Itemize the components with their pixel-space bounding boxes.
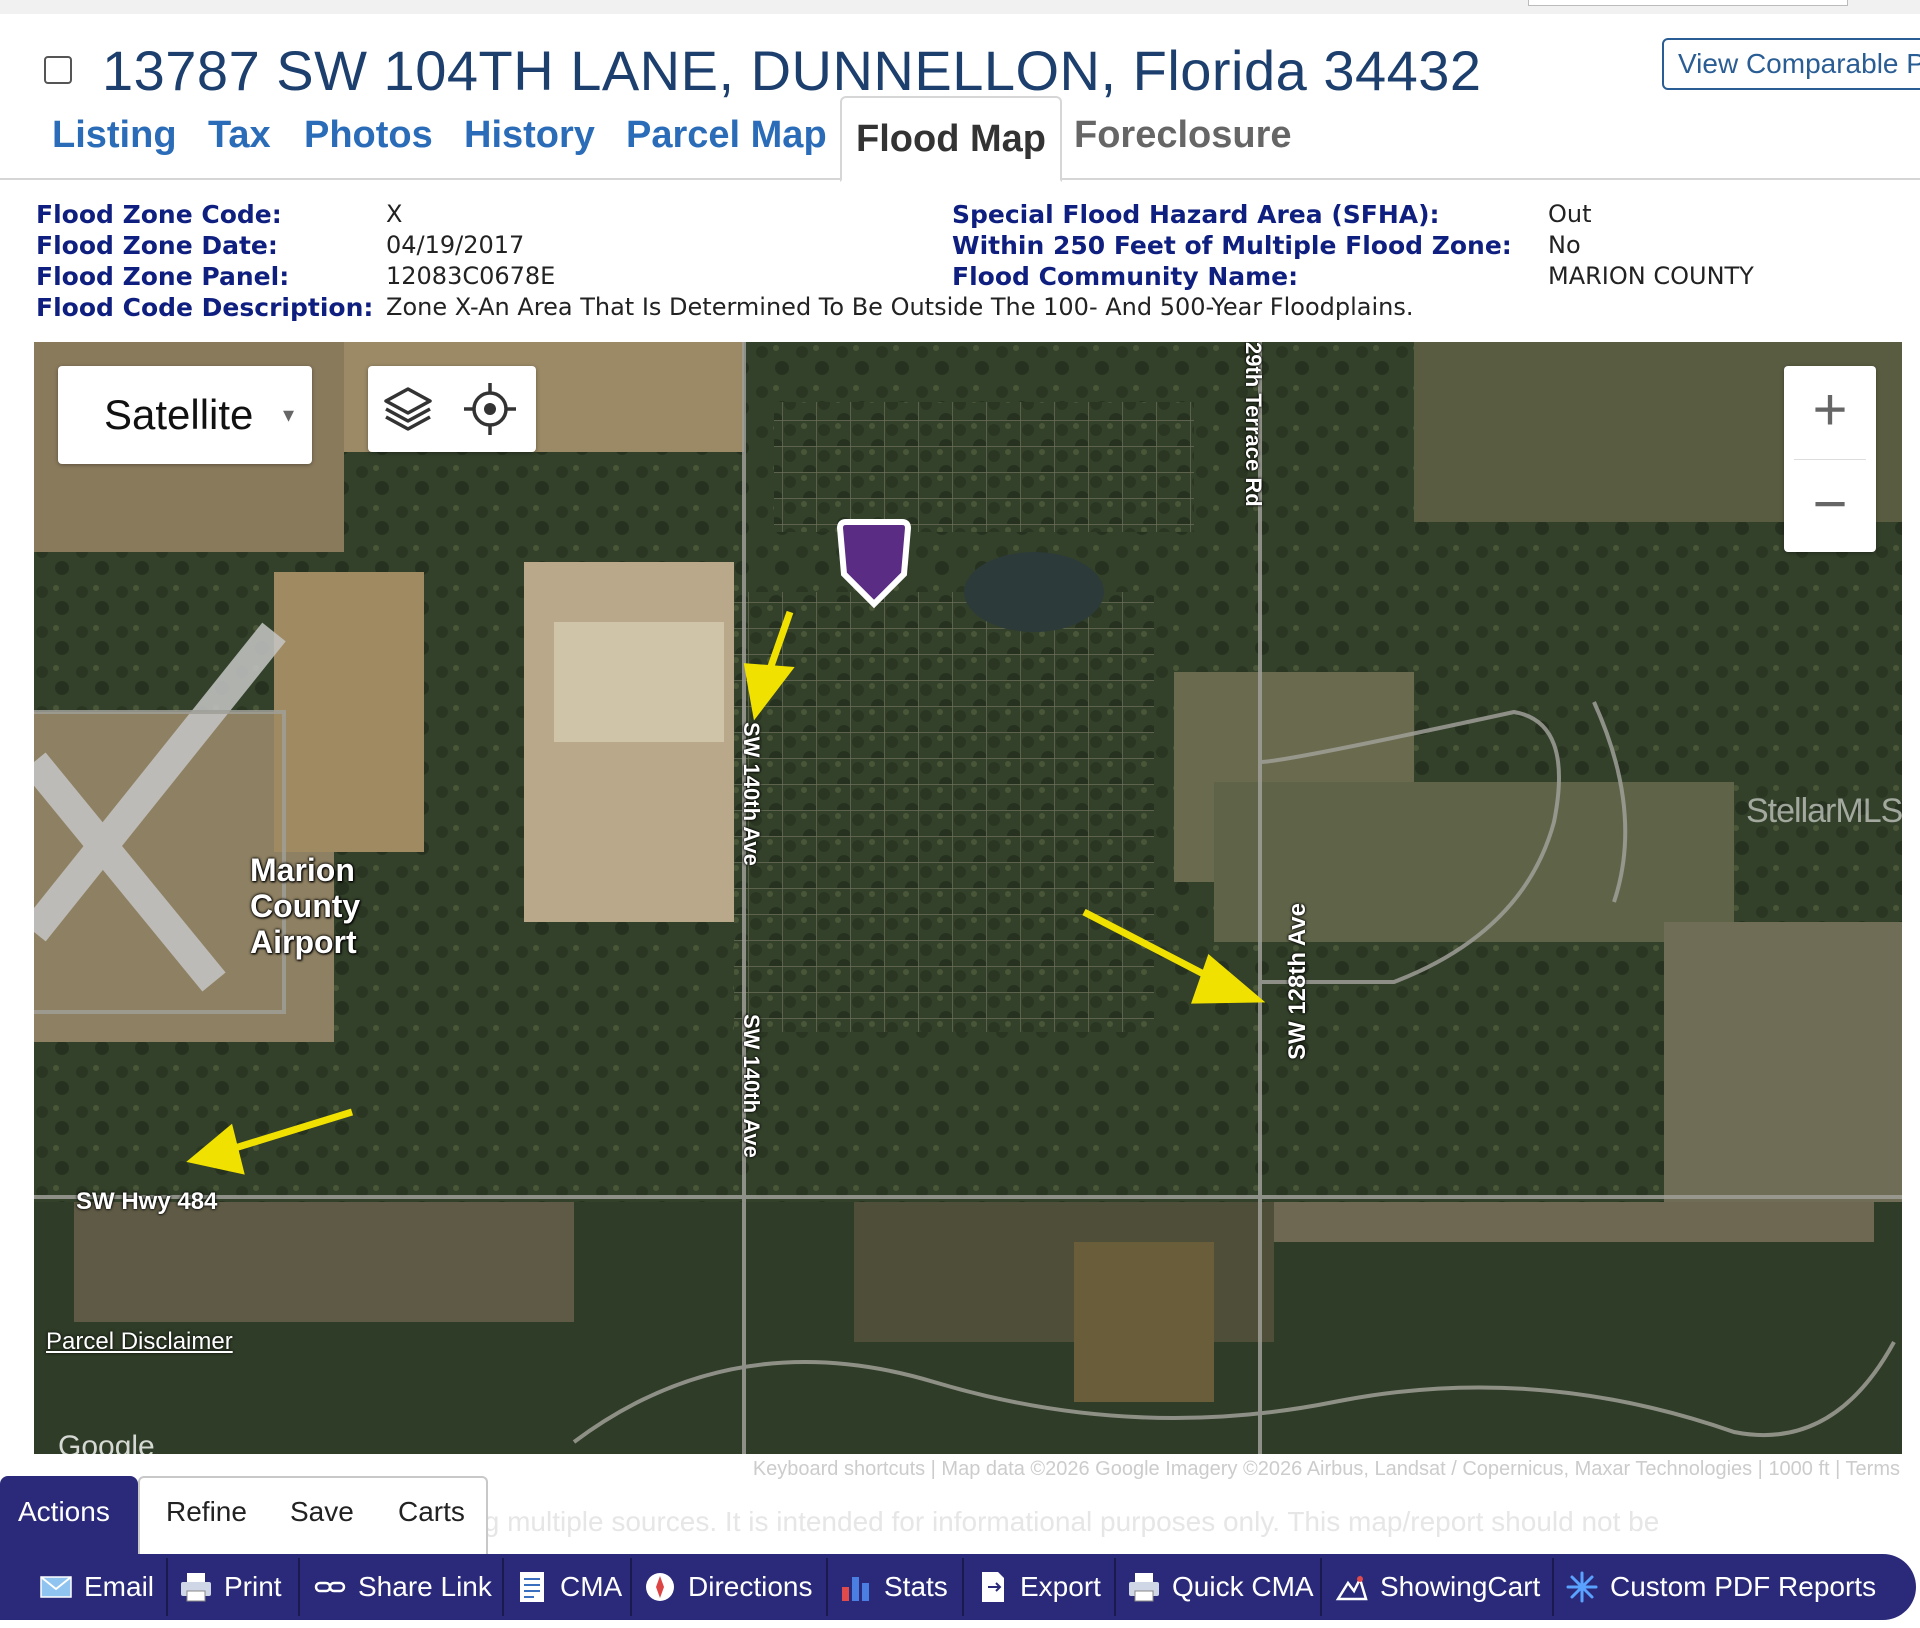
flood-code-description-label: Flood Code Description: [36, 293, 374, 322]
zoom-out-button[interactable]: − [1784, 460, 1876, 552]
tab-save[interactable]: Save [272, 1476, 372, 1556]
flood-info-panel: Flood Zone Code: X Flood Zone Date: 04/1… [36, 200, 1896, 330]
toolbar-divider [1320, 1558, 1322, 1616]
community-name-label: Flood Community Name: [952, 262, 1299, 291]
tab-photos[interactable]: Photos [304, 114, 433, 157]
toolbar-divider [166, 1558, 168, 1616]
stats-label: Stats [884, 1571, 948, 1602]
sw-140th-ave-label-bottom: SW 140th Ave [739, 1014, 764, 1158]
flood-zone-code-label: Flood Zone Code: [36, 200, 282, 229]
cma-button[interactable]: CMA [514, 1554, 622, 1620]
print-button[interactable]: Print [178, 1554, 282, 1620]
custom-pdf-reports-button[interactable]: Custom PDF Reports [1564, 1554, 1876, 1620]
toolbar-divider [962, 1558, 964, 1616]
crosshair-icon[interactable] [460, 379, 520, 439]
map-tools [368, 366, 536, 452]
parcel-disclaimer-link[interactable]: Parcel Disclaimer [46, 1328, 233, 1356]
toolbar-divider [826, 1558, 828, 1616]
google-logo: Google [58, 1430, 155, 1454]
flood-code-description-value: Zone X-An Area That Is Determined To Be … [386, 293, 1414, 321]
quick-cma-button[interactable]: Quick CMA [1126, 1554, 1314, 1620]
email-button[interactable]: Email [38, 1554, 154, 1620]
tab-flood-map[interactable]: Flood Map [840, 96, 1062, 182]
sw-140th-ave-label-top: SW 140th Ave [739, 722, 764, 866]
showingcart-label: ShowingCart [1380, 1571, 1541, 1602]
toolbar-divider [298, 1558, 300, 1616]
select-listing-checkbox[interactable] [44, 56, 72, 84]
tab-refine[interactable]: Refine [148, 1476, 265, 1556]
toolbar-divider [502, 1558, 504, 1616]
flood-zone-panel-label: Flood Zone Panel: [36, 262, 290, 291]
listing-header: 13787 SW 104TH LANE, DUNNELLON, Florida … [0, 18, 1920, 108]
tab-foreclosure[interactable]: Foreclosure [1074, 114, 1292, 157]
export-label: Export [1020, 1571, 1101, 1602]
sfha-value: Out [1548, 200, 1592, 228]
flood-zone-code-value: X [386, 200, 403, 228]
view-comparable-button[interactable]: View Comparable P [1662, 38, 1920, 90]
cma-icon [520, 1572, 544, 1602]
showingcart-button[interactable]: ShowingCart [1334, 1554, 1540, 1620]
tab-carts[interactable]: Carts [380, 1476, 483, 1556]
property-address: 13787 SW 104TH LANE, DUNNELLON, Florida … [102, 39, 1482, 102]
directions-label: Directions [688, 1571, 813, 1602]
toolbar-divider [1114, 1558, 1116, 1616]
airport-label: Marion County Airport [250, 852, 361, 960]
top-search-box[interactable] [1528, 0, 1848, 6]
directions-button[interactable]: Directions [642, 1554, 812, 1620]
mls-watermark: StellarMLS [1746, 792, 1902, 830]
bar-chart-icon [842, 1577, 869, 1601]
tab-tax[interactable]: Tax [208, 114, 271, 157]
flood-zone-date-label: Flood Zone Date: [36, 231, 278, 260]
detail-tabs: Listing Tax Photos History Parcel Map Fl… [0, 96, 1920, 182]
email-icon [40, 1576, 72, 1598]
within-250-value: No [1548, 231, 1581, 259]
compass-icon [646, 1573, 674, 1601]
tab-actions[interactable]: Actions [0, 1476, 138, 1556]
tab-listing[interactable]: Listing [52, 114, 177, 157]
flood-zone-date-value: 04/19/2017 [386, 231, 525, 259]
quick-cma-label: Quick CMA [1172, 1571, 1314, 1602]
action-tabs: Actions Refine Save Carts [0, 1476, 488, 1556]
tab-parcel-map[interactable]: Parcel Map [626, 114, 827, 157]
export-icon [982, 1572, 1004, 1602]
sw-128th-ave-label: SW 128th Ave [1284, 903, 1311, 1060]
tab-history[interactable]: History [464, 114, 595, 157]
flood-map[interactable]: Satellite ▾ + − Marion County Airport 29… [34, 342, 1902, 1454]
community-name-value: MARION COUNTY [1548, 262, 1754, 290]
showingcart-icon [1335, 1575, 1368, 1601]
sw-hwy-484-label: SW Hwy 484 [76, 1188, 218, 1215]
sparkle-icon [1566, 1571, 1598, 1603]
map-type-label: Satellite [104, 391, 254, 438]
link-icon [314, 1581, 346, 1593]
custom-pdf-reports-label: Custom PDF Reports [1610, 1571, 1877, 1602]
print-icon [181, 1573, 211, 1602]
toolbar-divider [1552, 1558, 1554, 1616]
sfha-label: Special Flood Hazard Area (SFHA): [952, 200, 1440, 229]
layers-icon[interactable] [378, 379, 438, 439]
quick-cma-icon [1129, 1573, 1159, 1602]
toolbar-divider [630, 1558, 632, 1616]
share-link-button[interactable]: Share Link [312, 1554, 492, 1620]
terrace-road-label: 29th Terrace Rd [1241, 342, 1266, 507]
export-button[interactable]: Export [974, 1554, 1101, 1620]
flood-zone-panel-value: 12083C0678E [386, 262, 556, 290]
action-toolbar: Email Print Share Link CMA Directions St… [0, 1554, 1916, 1620]
share-link-label: Share Link [358, 1571, 492, 1602]
print-label: Print [224, 1571, 282, 1602]
map-type-dropdown[interactable]: Satellite ▾ [58, 366, 312, 464]
within-250-label: Within 250 Feet of Multiple Flood Zone: [952, 231, 1512, 260]
email-label: Email [84, 1571, 155, 1602]
stats-button[interactable]: Stats [838, 1554, 948, 1620]
zoom-in-button[interactable]: + [1784, 366, 1876, 458]
chevron-down-icon: ▾ [282, 402, 294, 427]
top-strip [0, 0, 1920, 14]
zoom-controls: + − [1784, 366, 1876, 552]
cma-label: CMA [560, 1571, 623, 1602]
